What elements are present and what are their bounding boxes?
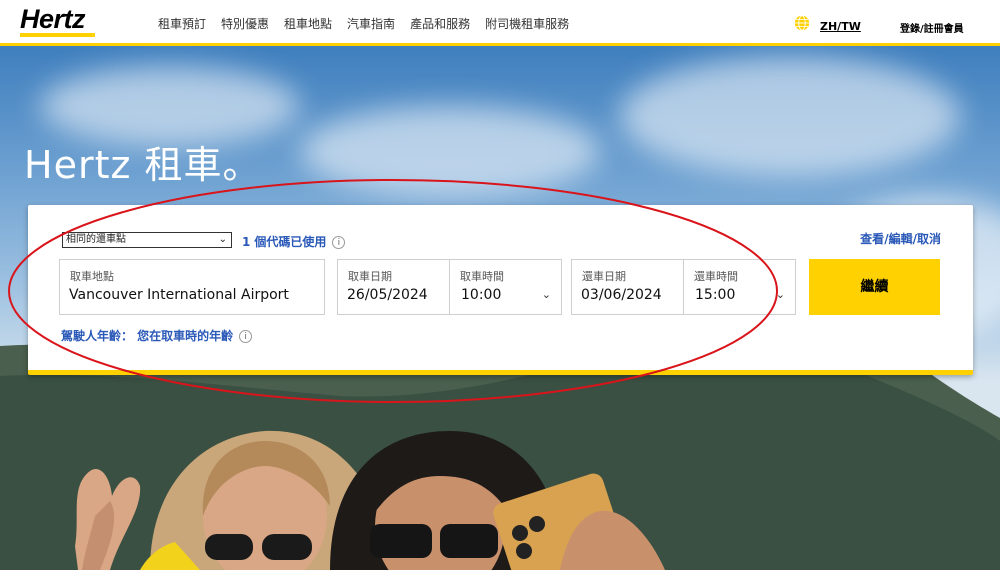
top-header: Hertz 租車預訂 特別優惠 租車地點 汽車指南 產品和服務 附司機租車服務 … — [0, 0, 1000, 46]
return-time-label: 還車時間 — [694, 270, 738, 283]
globe-icon[interactable] — [794, 15, 810, 31]
pickup-location-field[interactable]: 取車地點 Vancouver International Airport — [59, 259, 325, 315]
pickup-time-field[interactable]: 取車時間 10:00 ⌄ — [449, 259, 562, 315]
cancel-reservation-link[interactable]: 取消 — [917, 232, 941, 246]
return-location-select[interactable]: 相同的還車點 ⌄ — [62, 232, 232, 248]
pickup-time-value: 10:00 — [461, 287, 502, 303]
nav-item-products-services[interactable]: 產品和服務 — [410, 15, 470, 32]
booking-widget: 相同的還車點 ⌄ 1 個代碼已使用 i 查看/編輯/取消 取車地點 Vancouve… — [28, 205, 973, 375]
logo-underline — [20, 33, 95, 37]
language-selector[interactable]: ZH/TW — [820, 20, 861, 33]
nav-item-chauffeur[interactable]: 附司機租車服務 — [485, 15, 569, 32]
return-date-field[interactable]: 還車日期 03/06/2024 — [571, 259, 684, 315]
pickup-date-field[interactable]: 取車日期 26/05/2024 — [337, 259, 450, 315]
pickup-date-label: 取車日期 — [348, 270, 392, 283]
hertz-logo[interactable]: Hertz — [20, 4, 86, 34]
edit-reservation-link[interactable]: 編輯 — [889, 232, 913, 246]
return-date-label: 還車日期 — [582, 270, 626, 283]
pickup-location-value: Vancouver International Airport — [69, 287, 289, 303]
hero-title: Hertz 租車。 — [24, 143, 262, 187]
chevron-down-icon: ⌄ — [541, 288, 551, 301]
driver-age-link[interactable]: 駕駛人年齡： 您在取車時的年齡 i — [61, 327, 253, 344]
nav-item-reservations[interactable]: 租車預訂 — [158, 15, 206, 32]
pickup-date-value: 26/05/2024 — [347, 287, 428, 303]
promo-code-count: 1 — [242, 235, 251, 249]
promo-code-link[interactable]: 1 個代碼已使用 i — [242, 233, 346, 250]
driver-age-text: 駕駛人年齡： 您在取車時的年齡 — [61, 329, 234, 343]
return-time-value: 15:00 — [695, 287, 736, 303]
main-nav: 租車預訂 特別優惠 租車地點 汽車指南 產品和服務 附司機租車服務 — [158, 15, 569, 32]
nav-item-deals[interactable]: 特別優惠 — [221, 15, 269, 32]
continue-button[interactable]: 繼續 — [809, 259, 940, 315]
return-date-value: 03/06/2024 — [581, 287, 662, 303]
promo-code-text: 個代碼已使用 — [254, 235, 327, 249]
nav-item-locations[interactable]: 租車地點 — [284, 15, 332, 32]
view-reservation-link[interactable]: 查看 — [860, 232, 884, 246]
info-icon[interactable]: i — [239, 330, 253, 343]
info-icon[interactable]: i — [332, 236, 346, 249]
login-register-link[interactable]: 登錄/註冊會員 — [900, 20, 964, 35]
chevron-down-icon: ⌄ — [775, 288, 785, 301]
pickup-time-label: 取車時間 — [460, 270, 504, 283]
manage-reservation-links: 查看/編輯/取消 — [860, 232, 941, 246]
chevron-down-icon: ⌄ — [218, 234, 227, 245]
return-location-select-value: 相同的還車點 — [66, 234, 126, 245]
nav-item-car-guide[interactable]: 汽車指南 — [347, 15, 395, 32]
return-time-field[interactable]: 還車時間 15:00 ⌄ — [683, 259, 796, 315]
pickup-location-label: 取車地點 — [70, 270, 114, 283]
